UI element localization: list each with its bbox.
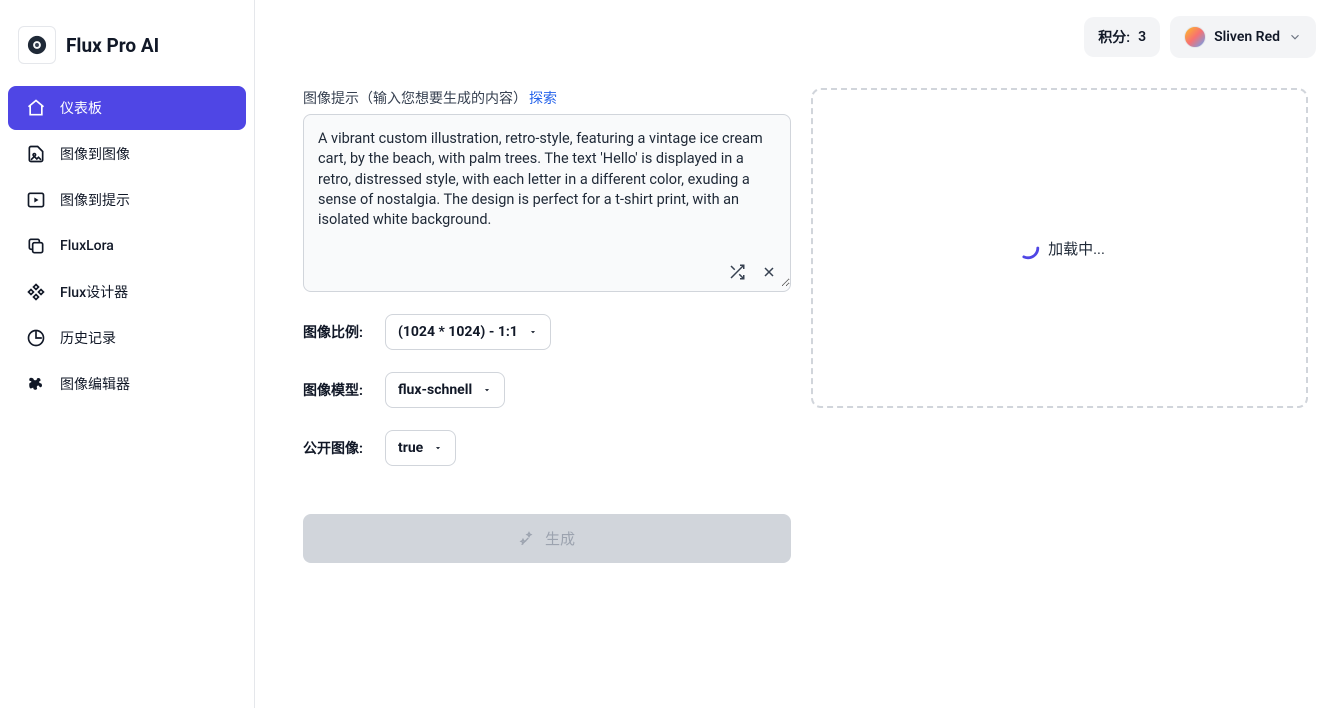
public-label: 公开图像: xyxy=(303,438,363,458)
brand: Flux Pro AI xyxy=(4,8,250,82)
content: 图像提示（输入您想要生成的内容） 探索 图像比例: xyxy=(255,74,1340,708)
loading-text: 加载中... xyxy=(1048,238,1105,259)
ratio-field: 图像比例: (1024 * 1024) - 1:1 xyxy=(303,314,791,350)
public-value: true xyxy=(398,440,423,456)
avatar-icon xyxy=(1184,26,1206,48)
user-menu[interactable]: Sliven Red xyxy=(1170,16,1316,58)
model-select[interactable]: flux-schnell xyxy=(385,372,505,408)
history-pie-icon xyxy=(26,328,46,348)
main: 积分: 3 Sliven Red 图像提示（输入您想要生成的内容） 探索 xyxy=(255,0,1340,708)
preview-area: 加载中... xyxy=(811,88,1308,408)
credits-value: 3 xyxy=(1138,29,1146,45)
sidebar-item-label: 图像到提示 xyxy=(60,190,130,210)
sidebar-item-label: 仪表板 xyxy=(60,98,102,118)
ratio-select[interactable]: (1024 * 1024) - 1:1 xyxy=(385,314,551,350)
sidebar: Flux Pro AI 仪表板 图像到图像 图像到提示 xyxy=(0,0,255,708)
sidebar-item-label: 图像到图像 xyxy=(60,144,130,164)
brand-logo-icon xyxy=(18,26,56,64)
sidebar-item-label: Flux设计器 xyxy=(60,282,128,302)
credits-chip[interactable]: 积分: 3 xyxy=(1084,17,1160,57)
user-name: Sliven Red xyxy=(1214,29,1280,45)
sidebar-item-label: 历史记录 xyxy=(60,328,116,348)
generate-label: 生成 xyxy=(545,528,575,549)
model-value: flux-schnell xyxy=(398,382,472,398)
wand-icon xyxy=(519,530,535,546)
sidebar-item-history[interactable]: 历史记录 xyxy=(8,316,246,360)
sidebar-item-label: FluxLora xyxy=(60,238,114,254)
credits-label: 积分: xyxy=(1098,27,1130,47)
image-file-icon xyxy=(26,144,46,164)
nav: 仪表板 图像到图像 图像到提示 FluxLora xyxy=(4,82,250,410)
chevron-down-icon xyxy=(1288,30,1302,44)
caret-down-icon xyxy=(528,327,538,337)
brand-name: Flux Pro AI xyxy=(66,34,159,57)
sidebar-item-flux-designer[interactable]: Flux设计器 xyxy=(8,270,246,314)
public-field: 公开图像: true xyxy=(303,430,791,466)
shuffle-icon[interactable] xyxy=(726,261,748,283)
ratio-value: (1024 * 1024) - 1:1 xyxy=(398,324,518,340)
sidebar-item-image-to-prompt[interactable]: 图像到提示 xyxy=(8,178,246,222)
sidebar-item-image-editor[interactable]: 图像编辑器 xyxy=(8,362,246,406)
components-icon xyxy=(26,282,46,302)
preview-column: 加载中... xyxy=(811,88,1308,676)
sidebar-item-label: 图像编辑器 xyxy=(60,374,130,394)
model-label: 图像模型: xyxy=(303,380,363,400)
ratio-label: 图像比例: xyxy=(303,322,363,342)
caret-down-icon xyxy=(433,443,443,453)
home-icon xyxy=(26,98,46,118)
puzzle-icon xyxy=(26,374,46,394)
sidebar-item-fluxlora[interactable]: FluxLora xyxy=(8,224,246,268)
explore-link[interactable]: 探索 xyxy=(529,88,557,108)
form-column: 图像提示（输入您想要生成的内容） 探索 图像比例: xyxy=(303,88,791,676)
copy-icon xyxy=(26,236,46,256)
generate-button[interactable]: 生成 xyxy=(303,514,791,563)
sidebar-item-dashboard[interactable]: 仪表板 xyxy=(8,86,246,130)
clear-icon[interactable] xyxy=(758,261,780,283)
sidebar-item-image-to-image[interactable]: 图像到图像 xyxy=(8,132,246,176)
prompt-label: 图像提示（输入您想要生成的内容） xyxy=(303,88,527,108)
spinner-icon xyxy=(1014,234,1042,262)
model-field: 图像模型: flux-schnell xyxy=(303,372,791,408)
prompt-box xyxy=(303,114,791,292)
prompt-label-row: 图像提示（输入您想要生成的内容） 探索 xyxy=(303,88,791,108)
play-square-icon xyxy=(26,190,46,210)
public-select[interactable]: true xyxy=(385,430,456,466)
prompt-textarea[interactable] xyxy=(304,115,790,287)
caret-down-icon xyxy=(482,385,492,395)
topbar: 积分: 3 Sliven Red xyxy=(255,0,1340,74)
